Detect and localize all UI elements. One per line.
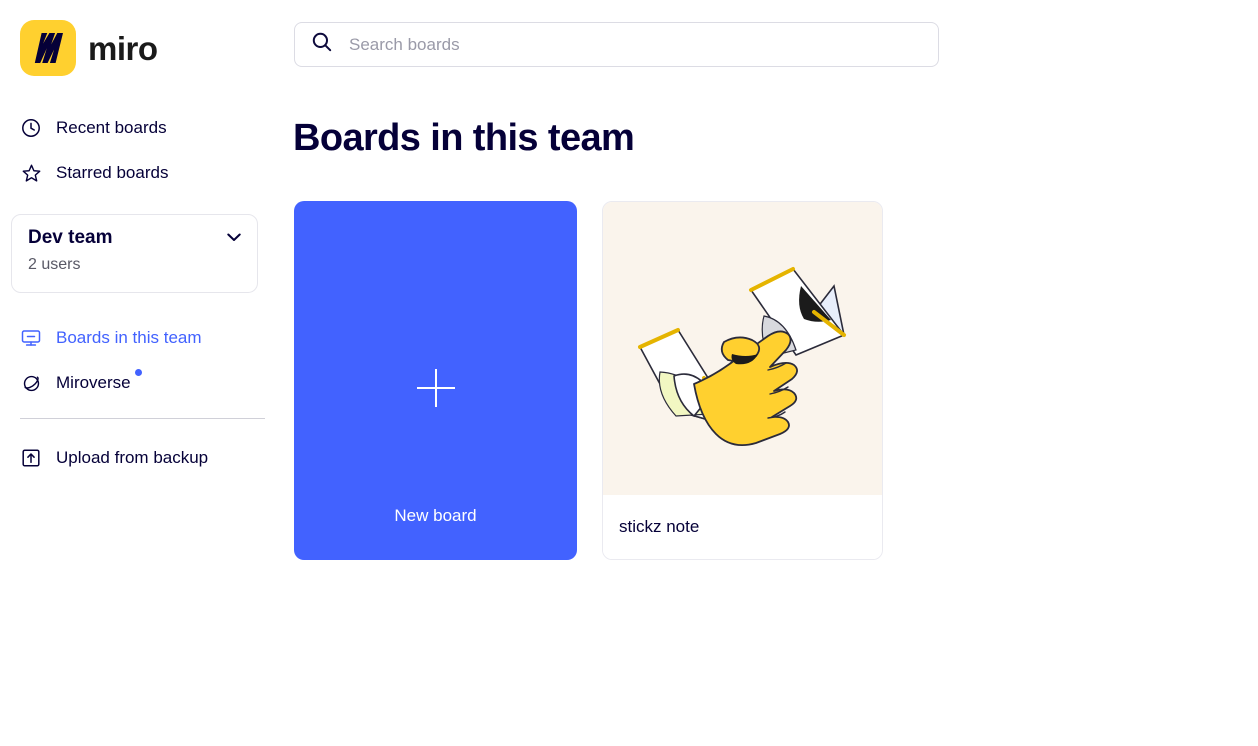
sidebar-item-boards-in-this-team[interactable]: Boards in this team: [20, 322, 265, 354]
miro-wordmark: miro: [88, 29, 158, 67]
clock-icon: [20, 117, 42, 139]
miro-logo-icon: [20, 20, 76, 76]
sidebar-divider: [20, 418, 265, 419]
miro-logo[interactable]: miro: [20, 20, 158, 76]
planet-icon: [20, 372, 42, 394]
boards-grid: New board stickz note: [294, 201, 883, 560]
upload-icon: [20, 447, 42, 469]
new-board-label: New board: [394, 506, 477, 525]
sidebar-item-label: Miroverse: [56, 369, 142, 394]
sidebar-item-text: Miroverse: [56, 373, 131, 392]
board-thumbnail: [603, 202, 882, 495]
team-name-row: Dev team: [28, 227, 241, 250]
sidebar-nav-top: Recent boards Starred boards: [20, 112, 265, 202]
new-board-card[interactable]: New board: [294, 201, 577, 560]
sidebar-item-label: Starred boards: [56, 163, 169, 182]
team-user-count: 2 users: [28, 255, 81, 273]
sidebar-item-label: Boards in this team: [56, 328, 202, 347]
star-icon: [20, 162, 42, 184]
search-icon: [311, 31, 333, 58]
plus-icon: [416, 369, 455, 407]
sidebar-item-recent-boards[interactable]: Recent boards: [20, 112, 265, 144]
board-card-footer: stickz note: [603, 495, 882, 559]
sidebar: miro Recent boards Starred boards Dev te…: [0, 0, 290, 746]
team-name: Dev team: [28, 227, 113, 248]
team-selector[interactable]: Dev team 2 users: [11, 214, 258, 293]
page-title: Boards in this team: [293, 117, 635, 159]
sidebar-nav-mid: Boards in this team Miroverse: [20, 322, 265, 412]
sidebar-nav-bottom: Upload from backup: [20, 442, 265, 487]
hand-holding-ribbon-illustration: [637, 266, 846, 446]
board-title: stickz note: [619, 517, 700, 536]
search-input[interactable]: [347, 23, 922, 66]
sidebar-item-upload-from-backup[interactable]: Upload from backup: [20, 442, 265, 474]
notification-dot-badge: [134, 369, 142, 376]
miro-dashboard: miro Recent boards Starred boards Dev te…: [0, 0, 1258, 746]
sidebar-item-starred-boards[interactable]: Starred boards: [20, 157, 265, 189]
sidebar-item-label: Recent boards: [56, 118, 167, 137]
chevron-down-icon[interactable]: [227, 229, 241, 247]
board-card[interactable]: stickz note: [602, 201, 883, 560]
sidebar-item-label: Upload from backup: [56, 448, 209, 467]
main-content: Boards in this team New board: [290, 0, 1258, 746]
sidebar-item-miroverse[interactable]: Miroverse: [20, 367, 265, 399]
board-icon: [20, 327, 42, 349]
search-bar[interactable]: [294, 22, 939, 67]
